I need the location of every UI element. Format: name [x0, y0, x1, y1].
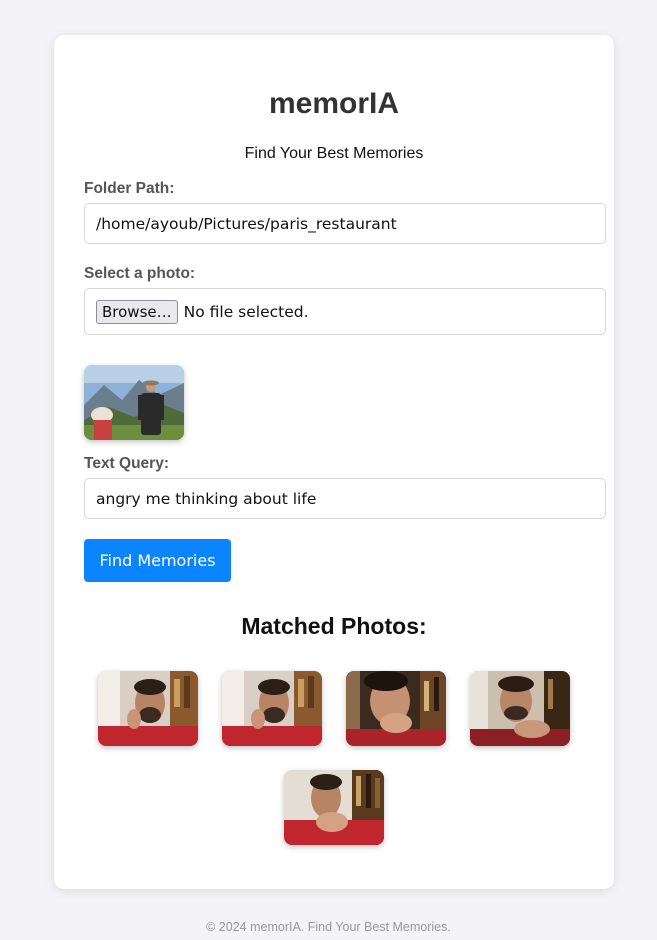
app-subtitle: Find Your Best Memories: [244, 145, 424, 162]
app-title: memorIA: [268, 87, 400, 120]
text-query-label: Text Query:: [84, 455, 169, 472]
selected-photo-preview: [84, 365, 184, 440]
footer-text: © 2024 memorIA. Find Your Best Memories.: [206, 920, 451, 934]
find-memories-button[interactable]: Find Memories: [84, 539, 231, 582]
matched-photo-3[interactable]: [346, 671, 446, 746]
matched-photo-2[interactable]: [222, 671, 322, 746]
text-query-input[interactable]: [84, 478, 606, 519]
browse-button[interactable]: Browse…: [96, 299, 178, 324]
matched-photo-1[interactable]: [98, 671, 198, 746]
folder-path-label: Folder Path:: [84, 180, 175, 197]
folder-path-input[interactable]: [84, 203, 606, 244]
file-input[interactable]: Browse… No file selected.: [84, 288, 606, 335]
main-card: memorIA Find Your Best Memories Folder P…: [54, 35, 614, 889]
matched-photos-title: Matched Photos:: [241, 613, 427, 639]
matched-photo-5[interactable]: [284, 770, 384, 845]
matched-photo-4[interactable]: [470, 671, 570, 746]
file-status: No file selected.: [183, 302, 309, 321]
select-photo-label: Select a photo:: [84, 265, 196, 282]
